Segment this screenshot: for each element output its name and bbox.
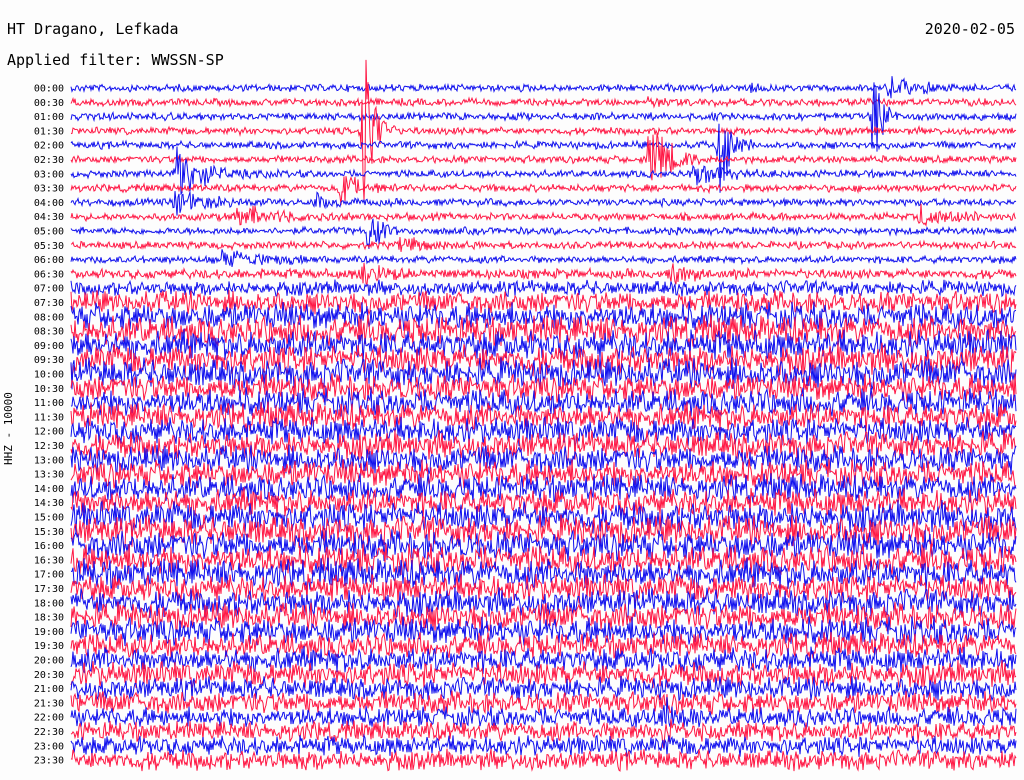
row-time-label: 14:30 bbox=[34, 498, 64, 509]
row-time-label: 12:30 bbox=[34, 441, 64, 452]
trace-row-2130 bbox=[70, 690, 1017, 715]
trace-row-0130 bbox=[70, 59, 1017, 201]
row-time-label: 23:00 bbox=[34, 741, 64, 752]
trace-row-2000 bbox=[70, 645, 1017, 675]
row-time-label: 03:30 bbox=[34, 184, 64, 195]
row-time-label: 01:30 bbox=[34, 126, 64, 137]
row-time-label: 16:30 bbox=[34, 555, 64, 566]
trace-row-0700 bbox=[70, 278, 1017, 298]
row-time-label: 01:00 bbox=[34, 112, 64, 123]
row-time-label: 00:00 bbox=[34, 84, 64, 95]
date-label: 2020-02-05 bbox=[924, 20, 1015, 38]
row-time-label: 23:30 bbox=[34, 756, 64, 767]
trace-row-0600 bbox=[70, 249, 1017, 267]
row-time-label: 07:30 bbox=[34, 298, 64, 309]
row-time-label: 20:00 bbox=[34, 656, 64, 667]
row-time-label: 19:00 bbox=[34, 627, 64, 638]
row-time-label: 05:30 bbox=[34, 241, 64, 252]
row-time-label: 13:00 bbox=[34, 455, 64, 466]
row-time-label: 22:00 bbox=[34, 713, 64, 724]
row-time-label: 22:30 bbox=[34, 727, 64, 738]
row-time-label: 17:30 bbox=[34, 584, 64, 595]
row-time-label: 10:30 bbox=[34, 384, 64, 395]
row-time-label: 06:30 bbox=[34, 269, 64, 280]
trace-row-0400 bbox=[70, 191, 1017, 216]
row-time-label: 12:00 bbox=[34, 427, 64, 438]
row-time-label: 11:00 bbox=[34, 398, 64, 409]
row-time-label: 15:00 bbox=[34, 513, 64, 524]
row-time-label: 02:00 bbox=[34, 141, 64, 152]
row-time-label: 00:30 bbox=[34, 98, 64, 109]
seismogram-plot: 00:00 00:30 01:00 01:30 02:00 02:30 03:00 03:30… bbox=[34, 59, 1017, 772]
channel-axis-label: HHZ - 10000 bbox=[2, 392, 15, 465]
row-time-label: 04:30 bbox=[34, 212, 64, 223]
row-time-label: 17:00 bbox=[34, 570, 64, 581]
row-time-label: 20:30 bbox=[34, 670, 64, 681]
trace-row-0630 bbox=[70, 262, 1017, 287]
row-time-label: 15:30 bbox=[34, 527, 64, 538]
row-time-label: 09:00 bbox=[34, 341, 64, 352]
row-time-label: 05:00 bbox=[34, 227, 64, 238]
trace-row-0430 bbox=[70, 203, 1017, 227]
row-time-label: 21:30 bbox=[34, 698, 64, 709]
row-time-label: 08:30 bbox=[34, 327, 64, 338]
row-time-label: 06:00 bbox=[34, 255, 64, 266]
row-time-label: 11:30 bbox=[34, 412, 64, 423]
row-time-label: 08:00 bbox=[34, 312, 64, 323]
trace-row-2330 bbox=[70, 748, 1017, 772]
row-time-label: 09:30 bbox=[34, 355, 64, 366]
station-title: HT Dragano, Lefkada bbox=[7, 20, 179, 38]
row-time-label: 19:30 bbox=[34, 641, 64, 652]
row-time-label: 03:00 bbox=[34, 169, 64, 180]
row-time-label: 10:00 bbox=[34, 370, 64, 381]
row-time-label: 04:00 bbox=[34, 198, 64, 209]
trace-row-0100 bbox=[70, 82, 1017, 152]
filter-label: Applied filter: WWSSN-SP bbox=[7, 51, 224, 69]
row-time-label: 18:30 bbox=[34, 613, 64, 624]
row-time-label: 07:00 bbox=[34, 284, 64, 295]
row-time-label: 21:00 bbox=[34, 684, 64, 695]
row-time-label: 16:00 bbox=[34, 541, 64, 552]
trace-row-0530 bbox=[70, 237, 1017, 252]
trace-row-2100 bbox=[70, 675, 1017, 703]
row-time-label: 02:30 bbox=[34, 155, 64, 166]
row-time-label: 18:00 bbox=[34, 598, 64, 609]
row-time-label: 13:30 bbox=[34, 470, 64, 481]
trace-row-2300 bbox=[70, 733, 1017, 758]
row-time-label: 14:00 bbox=[34, 484, 64, 495]
